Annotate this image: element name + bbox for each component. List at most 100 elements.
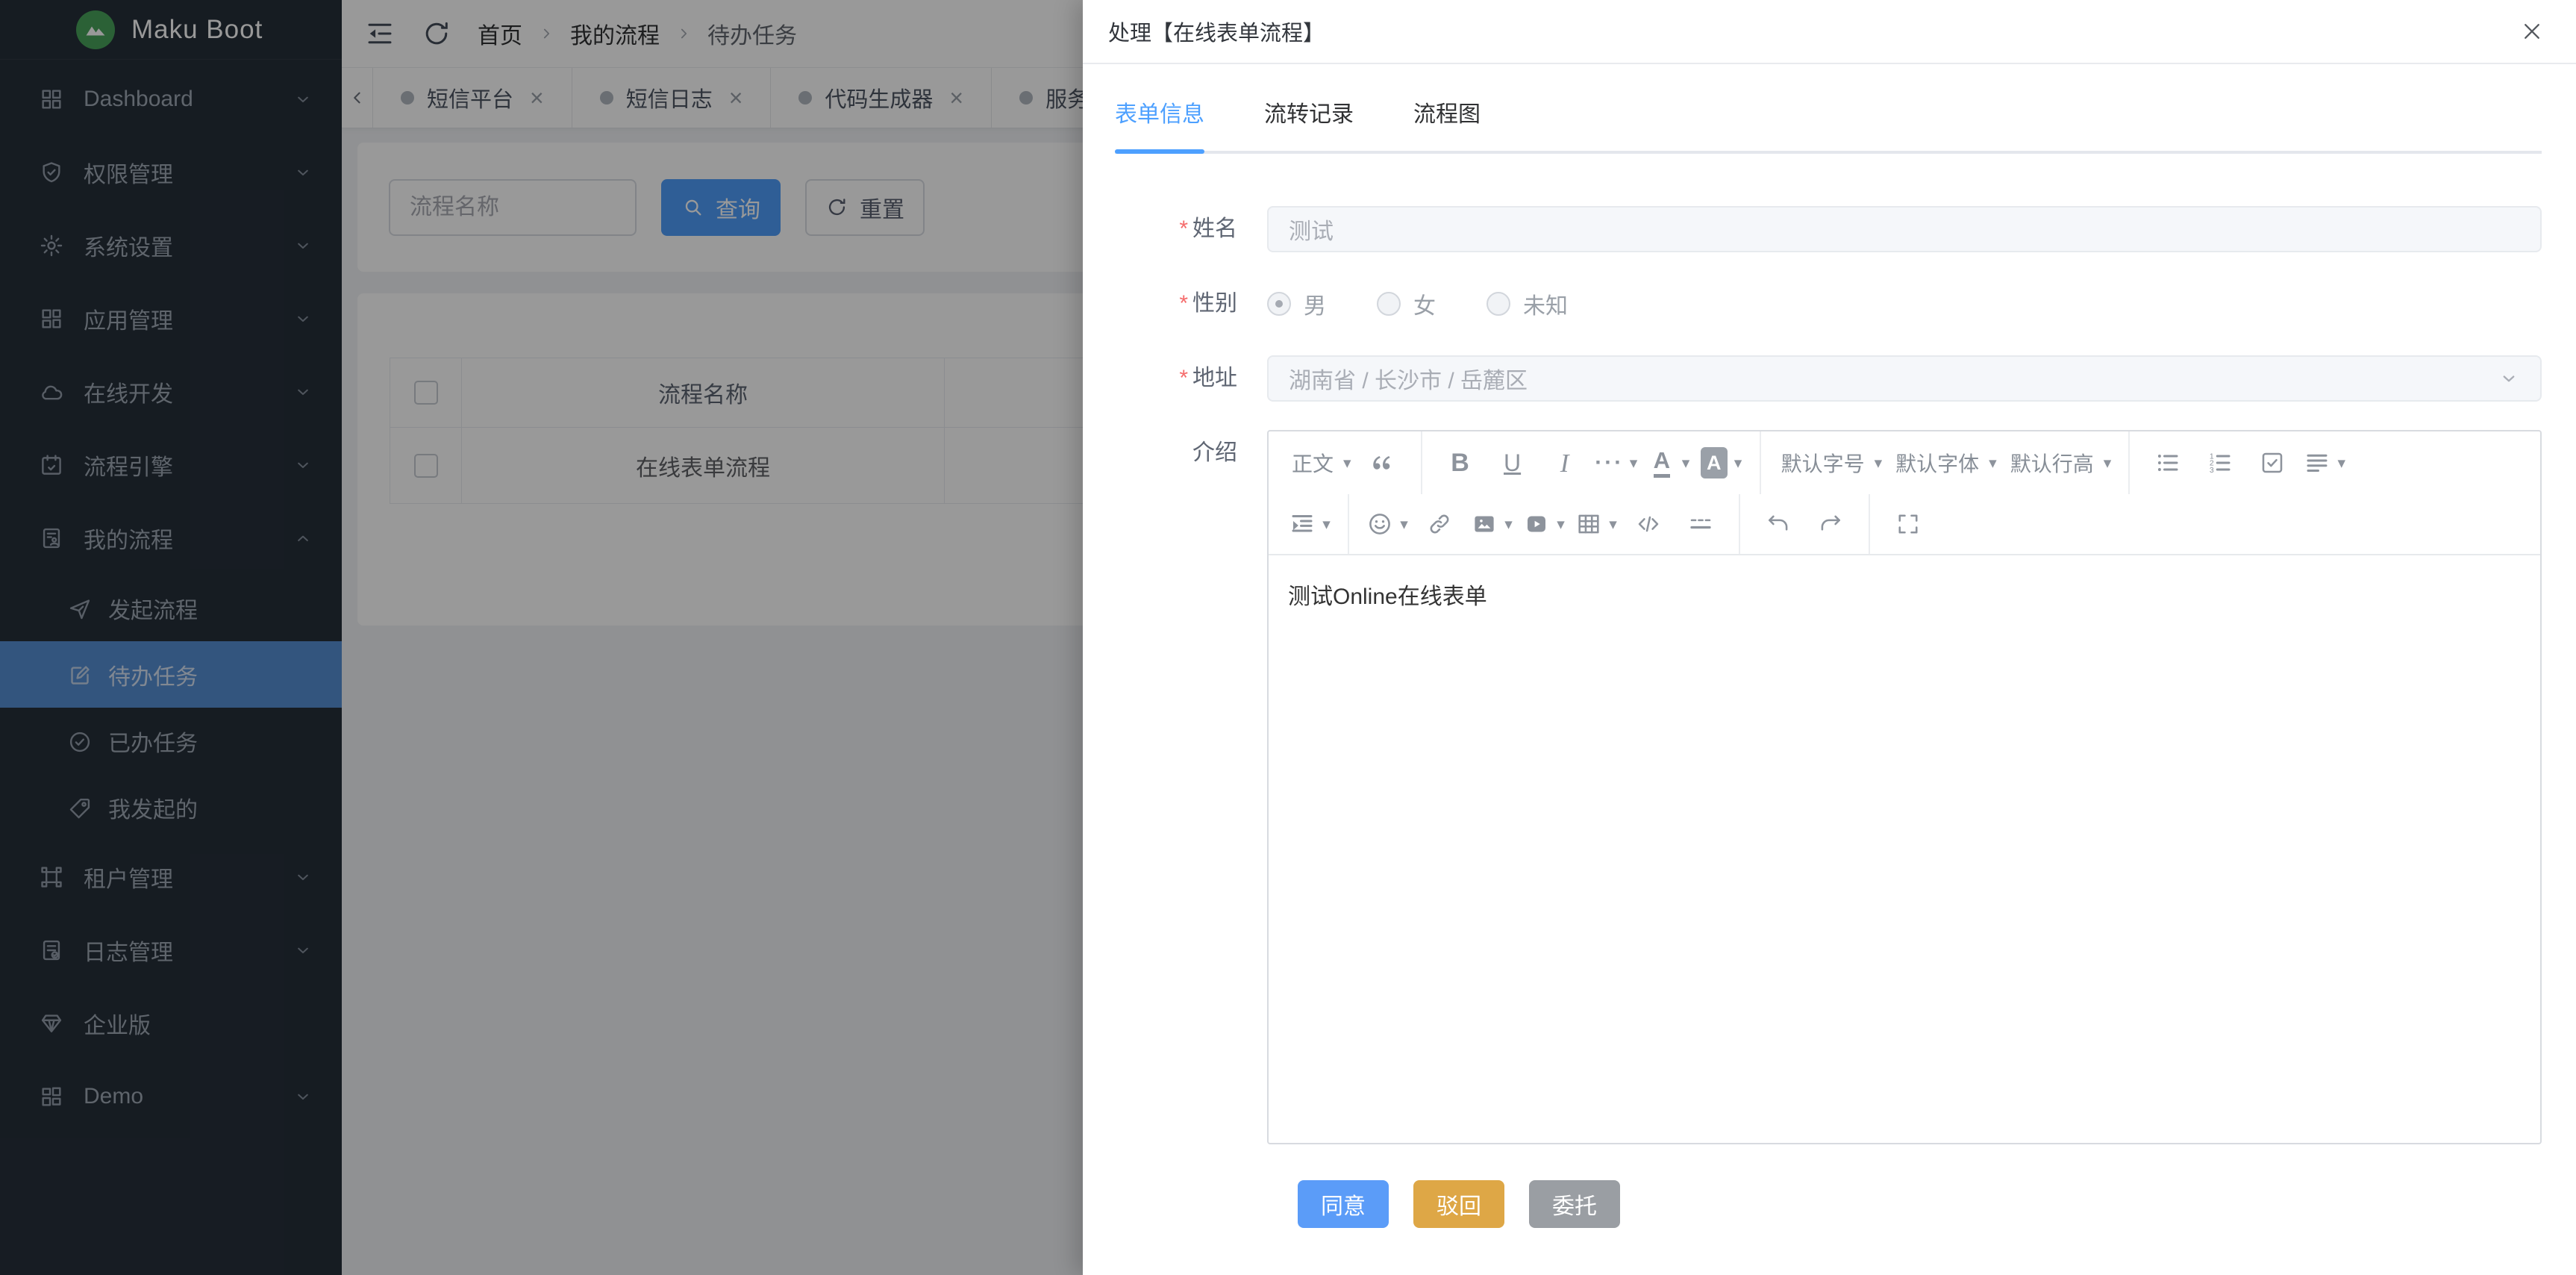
more-style-icon: ··· — [1596, 449, 1623, 476]
gender-radio-group: 男 女 未知 — [1267, 281, 2542, 327]
indent-dropdown[interactable]: ▾ — [1289, 502, 1331, 546]
caret-down-icon: ▾ — [2104, 454, 2112, 473]
toolbar-group: ▾ ▾ ▾ ▾ — [1349, 494, 1740, 554]
more-style-dropdown[interactable]: ···▾ — [1596, 441, 1638, 484]
drawer-body: 表单信息流转记录流程图 *姓名 测试 *性别 男 女 未知 *地址 湖南省 / … — [1083, 96, 2576, 1228]
paragraph-style-dropdown[interactable]: 正文▾ — [1289, 441, 1351, 484]
link-button[interactable] — [1419, 502, 1460, 546]
caret-down-icon: ▾ — [1734, 454, 1742, 473]
underline-icon: U — [1499, 449, 1526, 476]
emoji-dropdown[interactable]: ▾ — [1366, 502, 1408, 546]
required-asterisk: * — [1179, 291, 1188, 316]
font-color-dropdown[interactable]: A▾ — [1648, 441, 1690, 484]
drawer-tab-flow-records[interactable]: 流转记录 — [1264, 96, 1354, 151]
video-icon — [1523, 511, 1550, 537]
toolbar-group — [1870, 494, 1946, 554]
undo-icon — [1765, 511, 1792, 537]
delegate-button[interactable]: 委托 — [1529, 1180, 1620, 1228]
ordered-list-icon: 123 — [2207, 449, 2233, 476]
svg-text:3: 3 — [2210, 466, 2214, 475]
task-list-button[interactable] — [2251, 441, 2293, 484]
radio-dot — [1377, 292, 1401, 316]
address-field-label: 地址 — [1192, 366, 1237, 390]
task-form: *姓名 测试 *性别 男 女 未知 *地址 湖南省 / 长沙市 / 岳麓区 — [1115, 206, 2542, 1144]
drawer-title: 处理【在线表单流程】 — [1108, 16, 1325, 47]
font-color-icon: A — [1648, 449, 1675, 476]
bold-icon: B — [1447, 449, 1474, 476]
name-field[interactable]: 测试 — [1267, 206, 2542, 252]
toolbar-group: 默认字号▾默认字体▾默认行高▾ — [1761, 431, 2130, 494]
gender-radio-男[interactable]: 男 — [1267, 287, 1326, 320]
indent-icon — [1289, 511, 1316, 537]
caret-down-icon: ▾ — [1343, 454, 1351, 473]
form-row-intro: 介绍 正文▾BUI···▾A▾A▾默认字号▾默认字体▾默认行高▾123▾ ▾▾▾… — [1115, 430, 2542, 1144]
italic-button[interactable]: I — [1544, 441, 1586, 484]
drawer-tabs: 表单信息 流转记录 流程图 — [1115, 96, 2542, 154]
caret-down-icon: ▾ — [1504, 515, 1513, 534]
agree-button[interactable]: 同意 — [1298, 1180, 1389, 1228]
caret-down-icon: ▾ — [1400, 515, 1408, 534]
align-dropdown[interactable]: ▾ — [2304, 441, 2345, 484]
rich-text-editor: 正文▾BUI···▾A▾A▾默认字号▾默认字体▾默认行高▾123▾ ▾▾▾▾▾ … — [1267, 430, 2542, 1144]
bold-button[interactable]: B — [1439, 441, 1481, 484]
caret-down-icon: ▾ — [1557, 515, 1565, 534]
drawer-tab-flow-diagram[interactable]: 流程图 — [1413, 96, 1481, 151]
table-icon — [1575, 511, 1602, 537]
address-cascader[interactable]: 湖南省 / 长沙市 / 岳麓区 — [1267, 355, 2542, 402]
intro-field-label: 介绍 — [1192, 440, 1237, 465]
gender-radio-未知[interactable]: 未知 — [1486, 287, 1568, 320]
code-block-button[interactable] — [1628, 502, 1669, 546]
fullscreen-button[interactable] — [1887, 502, 1929, 546]
ordered-list-button[interactable]: 123 — [2199, 441, 2241, 484]
bg-color-dropdown[interactable]: A▾ — [1701, 441, 1742, 484]
caret-down-icon: ▾ — [1322, 515, 1331, 534]
toolbar-group: ▾ — [1272, 494, 1349, 554]
bullet-list-button[interactable] — [2147, 441, 2189, 484]
quote-icon — [1369, 449, 1396, 476]
gender-radio-女[interactable]: 女 — [1377, 287, 1436, 320]
undo-button[interactable] — [1757, 502, 1799, 546]
image-dropdown[interactable]: ▾ — [1471, 502, 1513, 546]
drawer-actions: 同意驳回委托 — [1298, 1180, 2542, 1228]
redo-icon — [1817, 511, 1844, 537]
editor-toolbar: 正文▾BUI···▾A▾A▾默认字号▾默认字体▾默认行高▾123▾ ▾▾▾▾▾ — [1269, 431, 2540, 555]
editor-toolbar-row-1: 正文▾BUI···▾A▾A▾默认字号▾默认字体▾默认行高▾123▾ — [1269, 431, 2540, 494]
code-icon — [1635, 511, 1662, 537]
drawer-tab-form-info[interactable]: 表单信息 — [1115, 96, 1204, 151]
divider-icon — [1687, 511, 1714, 537]
italic-icon: I — [1551, 449, 1578, 476]
bullet-list-icon — [2154, 449, 2181, 476]
link-icon — [1426, 511, 1453, 537]
process-task-drawer: 处理【在线表单流程】 表单信息流转记录流程图 *姓名 测试 *性别 男 女 未知… — [1083, 0, 2576, 1275]
underline-button[interactable]: U — [1492, 441, 1534, 484]
caret-down-icon: ▾ — [1682, 454, 1690, 473]
image-icon — [1471, 511, 1498, 537]
toolbar-group: 正文▾ — [1272, 431, 1422, 494]
name-field-label: 姓名 — [1192, 216, 1237, 241]
chevron-down-icon — [2498, 367, 2520, 390]
toolbar-group: BUI···▾A▾A▾ — [1422, 431, 1761, 494]
caret-down-icon: ▾ — [1875, 454, 1883, 473]
toolbar-group: 123 ▾ — [2130, 431, 2363, 494]
reject-button[interactable]: 驳回 — [1413, 1180, 1504, 1228]
drawer-header: 处理【在线表单流程】 — [1083, 0, 2576, 64]
close-icon[interactable] — [2519, 19, 2545, 44]
radio-dot — [1267, 292, 1291, 316]
line-height-dropdown[interactable]: 默认行高▾ — [2007, 441, 2112, 484]
font-family-dropdown[interactable]: 默认字体▾ — [1892, 441, 1997, 484]
bg-color-icon: A — [1701, 449, 1728, 476]
editor-toolbar-row-2: ▾ ▾ ▾ ▾ ▾ — [1269, 494, 2540, 554]
table-dropdown[interactable]: ▾ — [1575, 502, 1617, 546]
divider-button[interactable] — [1680, 502, 1722, 546]
font-size-dropdown[interactable]: 默认字号▾ — [1778, 441, 1883, 484]
task-list-icon — [2259, 449, 2286, 476]
required-asterisk: * — [1179, 366, 1188, 390]
video-dropdown[interactable]: ▾ — [1523, 502, 1565, 546]
blockquote-button[interactable] — [1362, 441, 1404, 484]
gender-field-label: 性别 — [1192, 291, 1237, 316]
redo-button[interactable] — [1810, 502, 1851, 546]
emoji-icon — [1366, 511, 1393, 537]
caret-down-icon: ▾ — [2337, 454, 2345, 473]
editor-content[interactable]: 测试Online在线表单 — [1269, 555, 2540, 1143]
caret-down-icon: ▾ — [1609, 515, 1617, 534]
